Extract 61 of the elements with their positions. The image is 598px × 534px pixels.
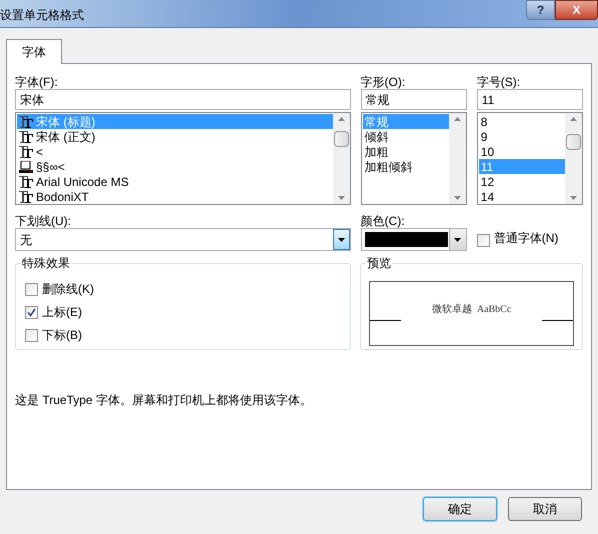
checkbox-label: 上标(E) bbox=[42, 305, 82, 319]
checkbox-label: 删除线(K) bbox=[42, 282, 94, 296]
tab[interactable]: 字体 bbox=[6, 39, 62, 64]
list-item[interactable]: 加粗 bbox=[362, 144, 449, 159]
truetype-icon bbox=[19, 146, 33, 158]
scroll-down-icon[interactable] bbox=[570, 196, 577, 200]
list-item[interactable]: 8 bbox=[478, 114, 565, 129]
list-item[interactable]: 加粗倾斜 bbox=[362, 159, 449, 174]
dropdown-arrow-icon bbox=[338, 238, 345, 242]
scrollbar[interactable] bbox=[332, 113, 350, 204]
checkbox[interactable] bbox=[25, 306, 38, 318]
dropdown-value: 无 bbox=[20, 232, 32, 248]
scroll-up-icon[interactable] bbox=[570, 117, 577, 121]
dialog-button[interactable]: 取消 bbox=[508, 497, 582, 521]
scrollbar[interactable] bbox=[564, 113, 582, 204]
printer-font-icon bbox=[19, 160, 33, 172]
list-item[interactable]: < bbox=[17, 144, 333, 159]
font-description: 这是 TrueType 字体。屏幕和打印机上都将使用该字体。 bbox=[15, 392, 313, 409]
field-label: 下划线(U): bbox=[15, 213, 72, 228]
scroll-down-icon[interactable] bbox=[338, 196, 345, 200]
check-icon bbox=[27, 308, 36, 316]
list-item[interactable]: 倾斜 bbox=[362, 129, 449, 144]
checkbox[interactable] bbox=[476, 234, 490, 247]
scroll-up-icon[interactable] bbox=[338, 117, 345, 121]
color-dropdown[interactable] bbox=[360, 228, 467, 251]
group-title: 预览 bbox=[366, 256, 392, 270]
list-item[interactable]: 9 bbox=[478, 129, 565, 144]
scrollbar[interactable] bbox=[448, 113, 466, 204]
list-item[interactable]: 10 bbox=[478, 144, 565, 159]
list-item[interactable]: 14 bbox=[478, 189, 565, 204]
scroll-thumb[interactable] bbox=[334, 131, 349, 147]
window-title: 设置单元格格式 bbox=[0, 7, 84, 24]
checkbox[interactable] bbox=[25, 282, 38, 296]
field-label: 字形(O): bbox=[360, 74, 406, 89]
truetype-icon bbox=[19, 190, 33, 202]
scroll-thumb[interactable] bbox=[566, 134, 581, 150]
field-label: 颜色(C): bbox=[360, 213, 406, 228]
checkbox-label: 下标(B) bbox=[42, 328, 82, 342]
scroll-down-icon[interactable] bbox=[454, 196, 461, 200]
preview-text: 微软卓越 AaBbCc bbox=[432, 302, 512, 317]
list-item[interactable]: 宋体 (正文) bbox=[17, 129, 333, 144]
field-label: 字体(F): bbox=[15, 74, 59, 89]
field-label: 字号(S): bbox=[476, 74, 522, 89]
font-field[interactable]: 宋体 bbox=[15, 89, 351, 110]
dialog-button[interactable]: 确定 bbox=[423, 497, 497, 521]
truetype-icon bbox=[19, 130, 33, 142]
style-field[interactable]: 常规 bbox=[360, 89, 467, 110]
group-title: 特殊效果 bbox=[21, 256, 71, 270]
truetype-icon bbox=[19, 176, 33, 188]
scroll-up-icon[interactable] bbox=[454, 117, 461, 121]
size-field[interactable]: 11 bbox=[476, 89, 583, 110]
list-item[interactable]: §§∞< bbox=[17, 159, 333, 174]
list-item[interactable]: Arial Unicode MS bbox=[17, 174, 333, 189]
help-button[interactable]: ? bbox=[526, 0, 555, 20]
list-item[interactable]: BodoniXT bbox=[17, 189, 333, 204]
dropdown-arrow-icon bbox=[454, 238, 462, 242]
checkbox[interactable] bbox=[25, 328, 38, 342]
truetype-icon bbox=[19, 116, 33, 128]
list-item[interactable]: 12 bbox=[478, 174, 565, 189]
checkbox-label: 普通字体(N) bbox=[494, 230, 558, 247]
underline-dropdown[interactable]: 无 bbox=[15, 228, 351, 251]
